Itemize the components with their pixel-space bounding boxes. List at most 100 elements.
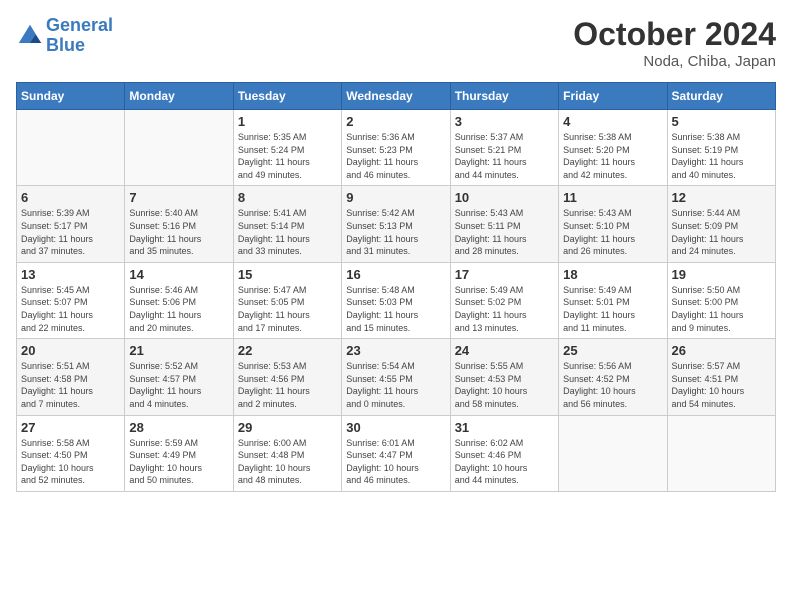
calendar-table: Sunday Monday Tuesday Wednesday Thursday…: [16, 82, 776, 492]
calendar-cell: [17, 110, 125, 186]
day-info: Sunrise: 5:45 AMSunset: 5:07 PMDaylight:…: [21, 284, 120, 334]
logo-line2: Blue: [46, 35, 85, 55]
day-number: 22: [238, 343, 337, 358]
day-number: 18: [563, 267, 662, 282]
calendar-cell: [125, 110, 233, 186]
calendar-cell: 14Sunrise: 5:46 AMSunset: 5:06 PMDayligh…: [125, 262, 233, 338]
calendar-cell: 8 Sunrise: 5:41 AMSunset: 5:14 PMDaylight…: [233, 186, 341, 262]
day-number: 31: [455, 420, 554, 435]
day-number: 10: [455, 190, 554, 205]
day-info: Sunrise: 5:38 AMSunset: 5:19 PMDaylight:…: [672, 131, 771, 181]
calendar-cell: 18 Sunrise: 5:49 AMSunset: 5:01 PMDayligh…: [559, 262, 667, 338]
week-row-1: 1 Sunrise: 5:35 AMSunset: 5:24 PMDaylight…: [17, 110, 776, 186]
week-row-2: 6 Sunrise: 5:39 AMSunset: 5:17 PMDaylight…: [17, 186, 776, 262]
calendar-cell: 7Sunrise: 5:40 AMSunset: 5:16 PMDaylight…: [125, 186, 233, 262]
calendar-cell: 5 Sunrise: 5:38 AMSunset: 5:19 PMDaylight…: [667, 110, 775, 186]
day-number: 14: [129, 267, 228, 282]
day-number: 28: [129, 420, 228, 435]
day-number: 27: [21, 420, 120, 435]
calendar-cell: 11 Sunrise: 5:43 AMSunset: 5:10 PMDayligh…: [559, 186, 667, 262]
day-number: 15: [238, 267, 337, 282]
day-number: 30: [346, 420, 445, 435]
day-info: Sunrise: 6:01 AMSunset: 4:47 PMDaylight:…: [346, 437, 445, 487]
calendar-cell: [559, 415, 667, 491]
calendar-cell: 30 Sunrise: 6:01 AMSunset: 4:47 PMDayligh…: [342, 415, 450, 491]
col-thursday: Thursday: [450, 83, 558, 110]
calendar-cell: 4 Sunrise: 5:38 AMSunset: 5:20 PMDaylight…: [559, 110, 667, 186]
title-block: October 2024 Noda, Chiba, Japan: [573, 16, 776, 70]
day-number: 29: [238, 420, 337, 435]
col-friday: Friday: [559, 83, 667, 110]
day-number: 19: [672, 267, 771, 282]
calendar-cell: 19 Sunrise: 5:50 AMSunset: 5:00 PMDayligh…: [667, 262, 775, 338]
day-number: 17: [455, 267, 554, 282]
day-number: 4: [563, 114, 662, 129]
logo-line1: General: [46, 15, 113, 35]
day-number: 21: [129, 343, 228, 358]
day-number: 11: [563, 190, 662, 205]
day-info: Sunrise: 5:56 AMSunset: 4:52 PMDaylight:…: [563, 360, 662, 410]
day-info: Sunrise: 5:48 AMSunset: 5:03 PMDaylight:…: [346, 284, 445, 334]
calendar-cell: 21 Sunrise: 5:52 AMSunset: 4:57 PMDayligh…: [125, 339, 233, 415]
calendar-cell: 16 Sunrise: 5:48 AMSunset: 5:03 PMDayligh…: [342, 262, 450, 338]
day-number: 16: [346, 267, 445, 282]
day-info: Sunrise: 5:41 AMSunset: 5:14 PMDaylight:…: [238, 207, 337, 257]
calendar-cell: 23Sunrise: 5:54 AMSunset: 4:55 PMDayligh…: [342, 339, 450, 415]
day-info: Sunrise: 6:00 AMSunset: 4:48 PMDaylight:…: [238, 437, 337, 487]
day-number: 5: [672, 114, 771, 129]
calendar-cell: 29 Sunrise: 6:00 AMSunset: 4:48 PMDayligh…: [233, 415, 341, 491]
day-number: 1: [238, 114, 337, 129]
day-number: 6: [21, 190, 120, 205]
day-info: Sunrise: 5:49 AMSunset: 5:01 PMDaylight:…: [563, 284, 662, 334]
logo-icon: [16, 22, 44, 50]
day-info: Sunrise: 5:35 AMSunset: 5:24 PMDaylight:…: [238, 131, 337, 181]
day-info: Sunrise: 5:43 AMSunset: 5:11 PMDaylight:…: [455, 207, 554, 257]
day-number: 24: [455, 343, 554, 358]
calendar-cell: 31Sunrise: 6:02 AMSunset: 4:46 PMDayligh…: [450, 415, 558, 491]
calendar-cell: 20Sunrise: 5:51 AMSunset: 4:58 PMDayligh…: [17, 339, 125, 415]
calendar-cell: 26Sunrise: 5:57 AMSunset: 4:51 PMDayligh…: [667, 339, 775, 415]
logo-text: General Blue: [46, 16, 113, 56]
day-number: 20: [21, 343, 120, 358]
calendar-cell: 6 Sunrise: 5:39 AMSunset: 5:17 PMDaylight…: [17, 186, 125, 262]
col-monday: Monday: [125, 83, 233, 110]
day-info: Sunrise: 5:55 AMSunset: 4:53 PMDaylight:…: [455, 360, 554, 410]
day-info: Sunrise: 5:47 AMSunset: 5:05 PMDaylight:…: [238, 284, 337, 334]
day-info: Sunrise: 5:58 AMSunset: 4:50 PMDaylight:…: [21, 437, 120, 487]
calendar-cell: 1 Sunrise: 5:35 AMSunset: 5:24 PMDaylight…: [233, 110, 341, 186]
day-info: Sunrise: 5:59 AMSunset: 4:49 PMDaylight:…: [129, 437, 228, 487]
calendar-page: General Blue October 2024 Noda, Chiba, J…: [0, 0, 792, 612]
col-wednesday: Wednesday: [342, 83, 450, 110]
header: General Blue October 2024 Noda, Chiba, J…: [16, 16, 776, 70]
col-saturday: Saturday: [667, 83, 775, 110]
day-number: 8: [238, 190, 337, 205]
calendar-cell: 22Sunrise: 5:53 AMSunset: 4:56 PMDayligh…: [233, 339, 341, 415]
day-info: Sunrise: 5:38 AMSunset: 5:20 PMDaylight:…: [563, 131, 662, 181]
day-info: Sunrise: 5:50 AMSunset: 5:00 PMDaylight:…: [672, 284, 771, 334]
location-subtitle: Noda, Chiba, Japan: [573, 53, 776, 70]
week-row-5: 27 Sunrise: 5:58 AMSunset: 4:50 PMDayligh…: [17, 415, 776, 491]
day-info: Sunrise: 5:37 AMSunset: 5:21 PMDaylight:…: [455, 131, 554, 181]
day-info: Sunrise: 5:39 AMSunset: 5:17 PMDaylight:…: [21, 207, 120, 257]
calendar-cell: 13 Sunrise: 5:45 AMSunset: 5:07 PMDayligh…: [17, 262, 125, 338]
week-row-4: 20Sunrise: 5:51 AMSunset: 4:58 PMDayligh…: [17, 339, 776, 415]
calendar-cell: 17 Sunrise: 5:49 AMSunset: 5:02 PMDayligh…: [450, 262, 558, 338]
calendar-header: Sunday Monday Tuesday Wednesday Thursday…: [17, 83, 776, 110]
calendar-cell: 15 Sunrise: 5:47 AMSunset: 5:05 PMDayligh…: [233, 262, 341, 338]
day-info: Sunrise: 5:49 AMSunset: 5:02 PMDaylight:…: [455, 284, 554, 334]
day-info: Sunrise: 5:42 AMSunset: 5:13 PMDaylight:…: [346, 207, 445, 257]
day-info: Sunrise: 5:44 AMSunset: 5:09 PMDaylight:…: [672, 207, 771, 257]
day-info: Sunrise: 5:52 AMSunset: 4:57 PMDaylight:…: [129, 360, 228, 410]
header-row: Sunday Monday Tuesday Wednesday Thursday…: [17, 83, 776, 110]
col-tuesday: Tuesday: [233, 83, 341, 110]
day-info: Sunrise: 5:54 AMSunset: 4:55 PMDaylight:…: [346, 360, 445, 410]
calendar-cell: [667, 415, 775, 491]
calendar-cell: 12 Sunrise: 5:44 AMSunset: 5:09 PMDayligh…: [667, 186, 775, 262]
calendar-cell: 10 Sunrise: 5:43 AMSunset: 5:11 PMDayligh…: [450, 186, 558, 262]
day-number: 12: [672, 190, 771, 205]
day-number: 25: [563, 343, 662, 358]
day-number: 7: [129, 190, 228, 205]
calendar-cell: 25 Sunrise: 5:56 AMSunset: 4:52 PMDayligh…: [559, 339, 667, 415]
day-info: Sunrise: 5:43 AMSunset: 5:10 PMDaylight:…: [563, 207, 662, 257]
day-number: 13: [21, 267, 120, 282]
